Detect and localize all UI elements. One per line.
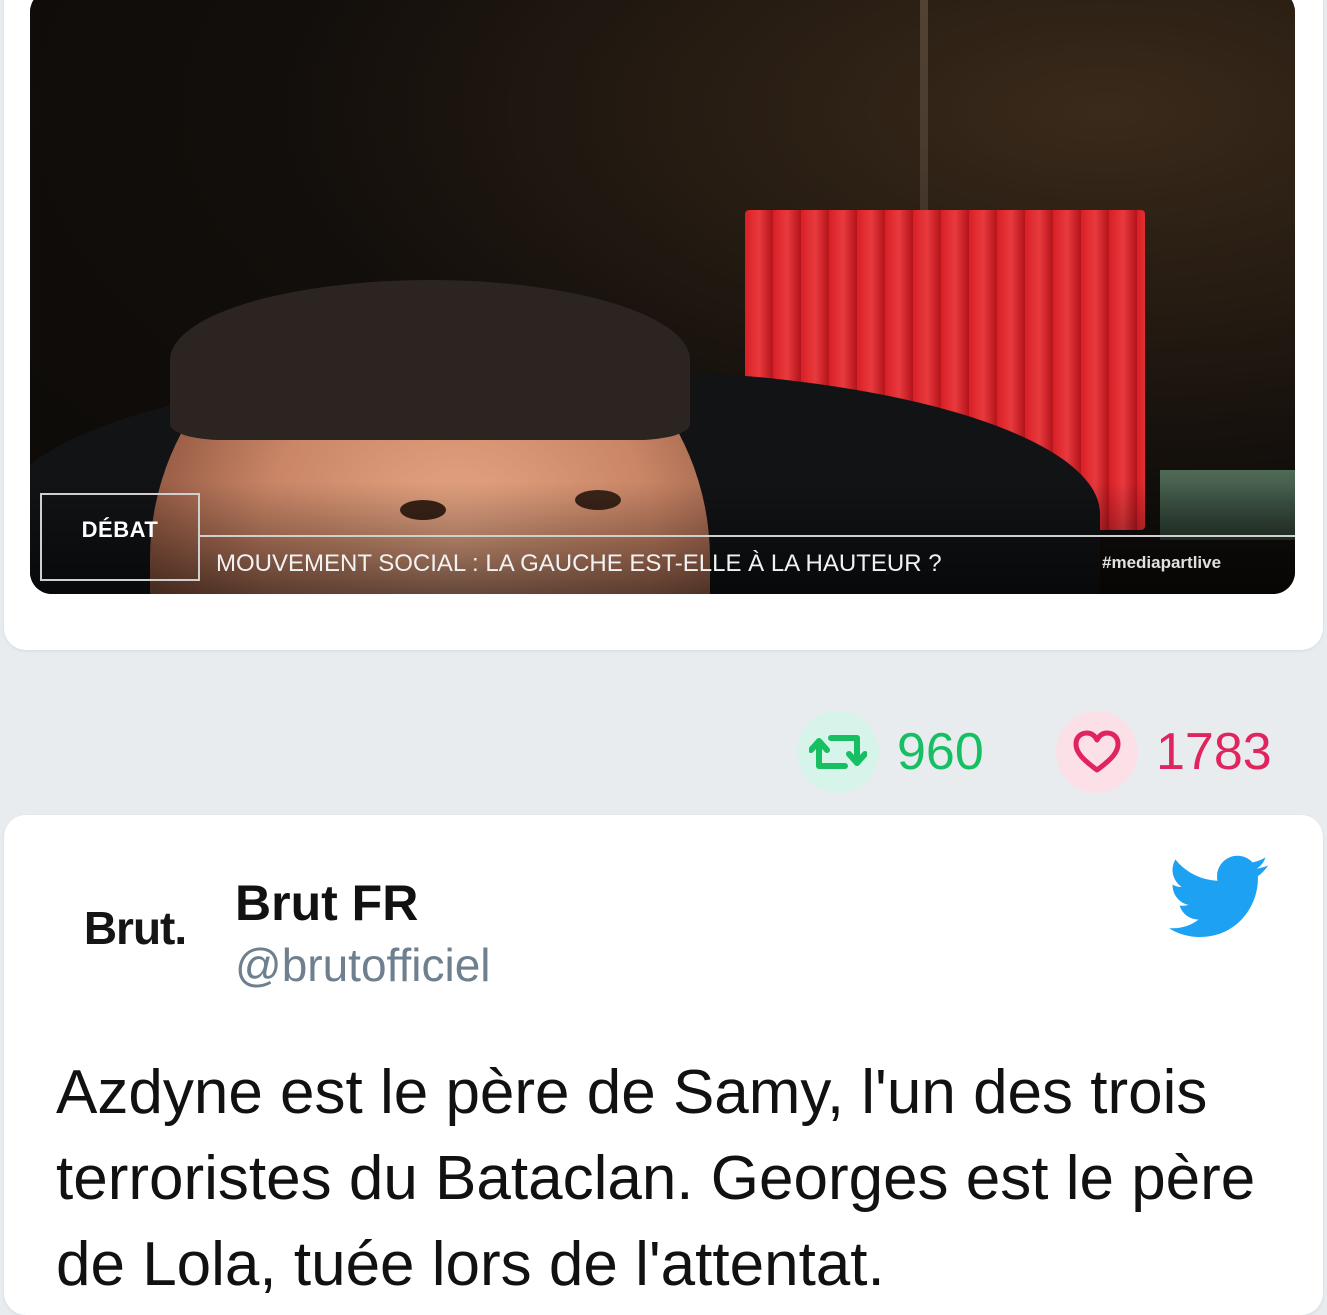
- retweet-button[interactable]: 960: [797, 710, 984, 794]
- banner-divider: [200, 535, 1295, 537]
- broadcast-tag: DÉBAT: [40, 493, 200, 581]
- retweet-count: 960: [897, 723, 984, 781]
- tweet-text: Azdyne est le père de Samy, l'un des tro…: [56, 1058, 1256, 1299]
- tweet-actions: 960 1783: [0, 710, 1327, 794]
- like-count: 1783: [1156, 723, 1272, 781]
- heart-icon[interactable]: [1056, 711, 1138, 793]
- broadcast-hashtag: #mediapartlive: [1102, 553, 1222, 572]
- avatar[interactable]: Brut.: [76, 880, 194, 975]
- author-handle[interactable]: @brutofficiel: [235, 938, 491, 992]
- video-frame: [30, 0, 1295, 594]
- tweet-video-thumbnail[interactable]: DÉBAT MOUVEMENT SOCIAL : LA GAUCHE EST-E…: [30, 0, 1295, 594]
- retweet-icon[interactable]: [797, 711, 879, 793]
- like-button[interactable]: 1783: [1056, 710, 1272, 794]
- twitter-bird-icon[interactable]: [1168, 855, 1270, 939]
- broadcast-headline: MOUVEMENT SOCIAL : LA GAUCHE EST-ELLE À …: [216, 550, 942, 577]
- author-name[interactable]: Brut FR: [235, 874, 418, 932]
